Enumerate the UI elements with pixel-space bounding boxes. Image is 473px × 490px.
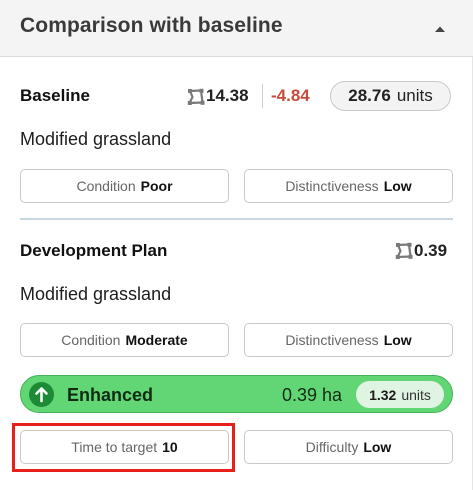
condition-label: Condition [61,332,121,348]
enhanced-units-value: 1.32 [369,386,397,403]
distinctiveness-value: Low [383,178,412,194]
plan-condition-chip[interactable]: Condition Moderate [20,323,229,357]
difficulty-value: Low [363,439,392,455]
comparison-panel: Comparison with baseline Baseline 14.38 … [0,0,473,490]
arrow-up-circle-icon [29,382,54,407]
area-polygon-icon [395,242,413,259]
baseline-units-value: 28.76 [348,86,391,105]
plan-habitat: Modified grassland [20,284,172,304]
distinctiveness-label: Distinctiveness [285,178,379,194]
enhanced-label: Enhanced [67,385,154,405]
difficulty-chip[interactable]: Difficulty Low [244,430,453,464]
baseline-area-value: 14.38 [206,86,249,105]
plan-area-value: 0.39 [414,241,448,260]
plan-distinctiveness-chip[interactable]: Distinctiveness Low [244,323,453,357]
enhanced-units-label: units [401,386,431,403]
enhanced-area: 0.39 ha [282,385,343,405]
condition-label: Condition [76,178,136,194]
baseline-habitat: Modified grassland [20,129,172,149]
enhanced-intervention-bar[interactable]: Enhanced 0.39 ha 1.32 units [20,375,453,413]
baseline-title: Baseline [20,86,90,105]
condition-value: Poor [140,178,173,194]
distinctiveness-value: Low [383,332,412,348]
area-polygon-icon [187,88,205,105]
panel-header[interactable]: Comparison with baseline [0,0,473,57]
section-divider [20,218,453,220]
difficulty-label: Difficulty [305,439,359,455]
baseline-condition-chip[interactable]: Condition Poor [20,169,229,203]
baseline-delta-value: -4.84 [271,86,310,105]
baseline-units-pill: 28.76 units [330,81,451,111]
baseline-units-label: units [396,86,433,105]
enhanced-units-pill: 1.32 units [356,381,444,408]
collapse-button[interactable] [428,20,452,38]
plan-title: Development Plan [20,241,168,260]
baseline-distinctiveness-chip[interactable]: Distinctiveness Low [244,169,453,203]
distinctiveness-label: Distinctiveness [285,332,379,348]
panel-title: Comparison with baseline [20,14,283,37]
caret-up-icon [435,26,445,32]
highlight-annotation-box [12,423,235,472]
condition-value: Moderate [125,332,188,348]
value-divider [262,84,263,108]
